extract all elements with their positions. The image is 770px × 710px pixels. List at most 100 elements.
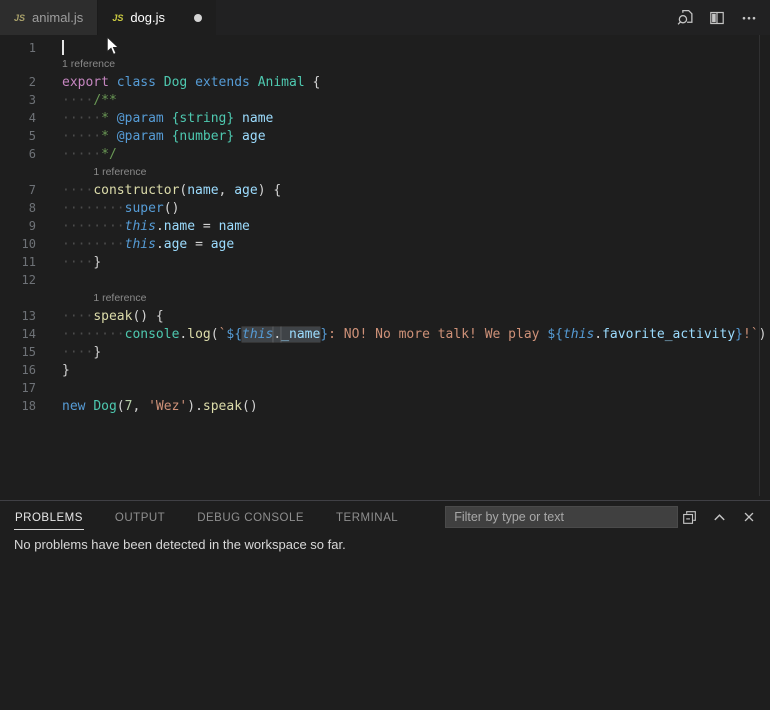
code-token: () — [164, 201, 180, 216]
code-line[interactable]: 7····constructor(name, age) { — [0, 181, 770, 199]
code-line[interactable]: 2export class Dog extends Animal { — [0, 73, 770, 91]
tab-terminal[interactable]: TERMINAL — [335, 505, 399, 529]
line-number: 6 — [0, 145, 36, 163]
code-token: age — [242, 129, 265, 144]
code-line[interactable]: 15····} — [0, 343, 770, 361]
code-token: = — [187, 237, 210, 252]
code-token: Dog — [164, 75, 187, 90]
code-token: () — [242, 399, 258, 414]
code-token: ········ — [62, 219, 125, 234]
code-line[interactable]: 5·····* @param {number} age — [0, 127, 770, 145]
code-token: !` — [743, 327, 759, 342]
line-number: 18 — [0, 397, 36, 415]
modified-indicator-dot[interactable] — [194, 14, 202, 22]
code-token: {string} — [172, 111, 235, 126]
code-token: export — [62, 75, 109, 90]
tab-problems[interactable]: PROBLEMS — [14, 505, 84, 530]
code-token: ) { — [258, 183, 281, 198]
codelens-references[interactable]: 1 reference — [36, 163, 146, 181]
editor-tab-bar: JS animal.js JS dog.js — [0, 0, 770, 35]
code-line-content: ········console.log(`${this._name}: NO! … — [36, 326, 766, 344]
code-token: = — [195, 219, 218, 234]
code-token: ····· — [62, 111, 101, 126]
collapse-all-icon[interactable] — [678, 506, 700, 528]
code-token: this — [563, 327, 594, 342]
code-line[interactable]: 14········console.log(`${this._name}: NO… — [0, 325, 770, 343]
code-token: } — [735, 327, 743, 342]
code-token: ········ — [62, 201, 125, 216]
code-line-content: } — [36, 362, 70, 380]
code-token: , — [132, 399, 148, 414]
codelens-row[interactable]: 1 reference — [0, 289, 770, 307]
split-editor-icon[interactable] — [706, 7, 728, 29]
code-line[interactable]: 17 — [0, 379, 770, 397]
code-token: . — [594, 327, 602, 342]
close-panel-icon[interactable] — [738, 506, 760, 528]
code-token: ···· — [62, 309, 93, 324]
code-token: _name — [281, 327, 320, 342]
code-token: Animal — [258, 75, 305, 90]
code-token: * — [101, 111, 117, 126]
code-token: 'Wez' — [148, 399, 187, 414]
bottom-panel: PROBLEMS OUTPUT DEBUG CONSOLE TERMINAL — [0, 500, 770, 710]
code-line[interactable]: 9········this.name = name — [0, 217, 770, 235]
problems-filter-input[interactable] — [445, 506, 678, 528]
tab-output[interactable]: OUTPUT — [114, 505, 166, 529]
text-caret — [62, 40, 64, 55]
code-token: @param — [117, 111, 164, 126]
code-token: ···· — [62, 255, 93, 270]
code-line[interactable]: 18new Dog(7, 'Wez').speak() — [0, 397, 770, 415]
code-token: { — [305, 75, 321, 90]
maximize-panel-icon[interactable] — [708, 506, 730, 528]
code-token: {number} — [172, 129, 235, 144]
line-number: 5 — [0, 127, 36, 145]
editor-actions — [674, 0, 770, 35]
tab-debug-console[interactable]: DEBUG CONSOLE — [196, 505, 305, 529]
code-line[interactable]: 16} — [0, 361, 770, 379]
code-line[interactable]: 8········super() — [0, 199, 770, 217]
code-token: constructor — [93, 183, 179, 198]
code-token: } — [320, 327, 328, 342]
code-token: this — [125, 219, 156, 234]
code-line[interactable]: 13····speak() { — [0, 307, 770, 325]
code-token: . — [156, 219, 164, 234]
codelens-references[interactable]: 1 reference — [36, 289, 146, 307]
code-token: ········ — [62, 327, 125, 342]
code-token: . — [273, 327, 281, 342]
code-line[interactable]: 11····} — [0, 253, 770, 271]
code-editor[interactable]: 11 reference2export class Dog extends An… — [0, 35, 770, 502]
code-token: } — [62, 363, 70, 378]
code-token — [156, 75, 164, 90]
code-token: console — [125, 327, 180, 342]
line-number: 17 — [0, 379, 36, 397]
code-line[interactable]: 6·····*/ — [0, 145, 770, 163]
line-number: 3 — [0, 91, 36, 109]
code-token: speak — [203, 399, 242, 414]
tab-dog-js[interactable]: JS dog.js — [98, 0, 216, 35]
code-line[interactable]: 4·····* @param {string} name — [0, 109, 770, 127]
line-number: 9 — [0, 217, 36, 235]
tab-label: animal.js — [32, 10, 83, 25]
codelens-row[interactable]: 1 reference — [0, 163, 770, 181]
code-token: name — [187, 183, 218, 198]
code-line[interactable]: 10········this.age = age — [0, 235, 770, 253]
code-line[interactable]: 1 — [0, 37, 770, 55]
code-token — [164, 129, 172, 144]
code-token: favorite_activity — [602, 327, 735, 342]
more-actions-icon[interactable] — [738, 7, 760, 29]
codelens-references[interactable]: 1 reference — [36, 55, 115, 73]
code-line[interactable]: 3····/** — [0, 91, 770, 109]
code-line-content: new Dog(7, 'Wez').speak() — [36, 398, 258, 416]
tab-animal-js[interactable]: JS animal.js — [0, 0, 98, 35]
code-token: super — [125, 201, 164, 216]
codelens-row[interactable]: 1 reference — [0, 55, 770, 73]
code-token: log — [187, 327, 210, 342]
tab-label: dog.js — [130, 10, 165, 25]
code-line-content: export class Dog extends Animal { — [36, 74, 320, 92]
code-token: class — [117, 75, 156, 90]
code-line[interactable]: 12 — [0, 271, 770, 289]
code-token: Dog — [93, 399, 116, 414]
code-token: ) — [759, 327, 767, 342]
code-token: ····· — [62, 129, 101, 144]
open-changes-icon[interactable] — [674, 7, 696, 29]
